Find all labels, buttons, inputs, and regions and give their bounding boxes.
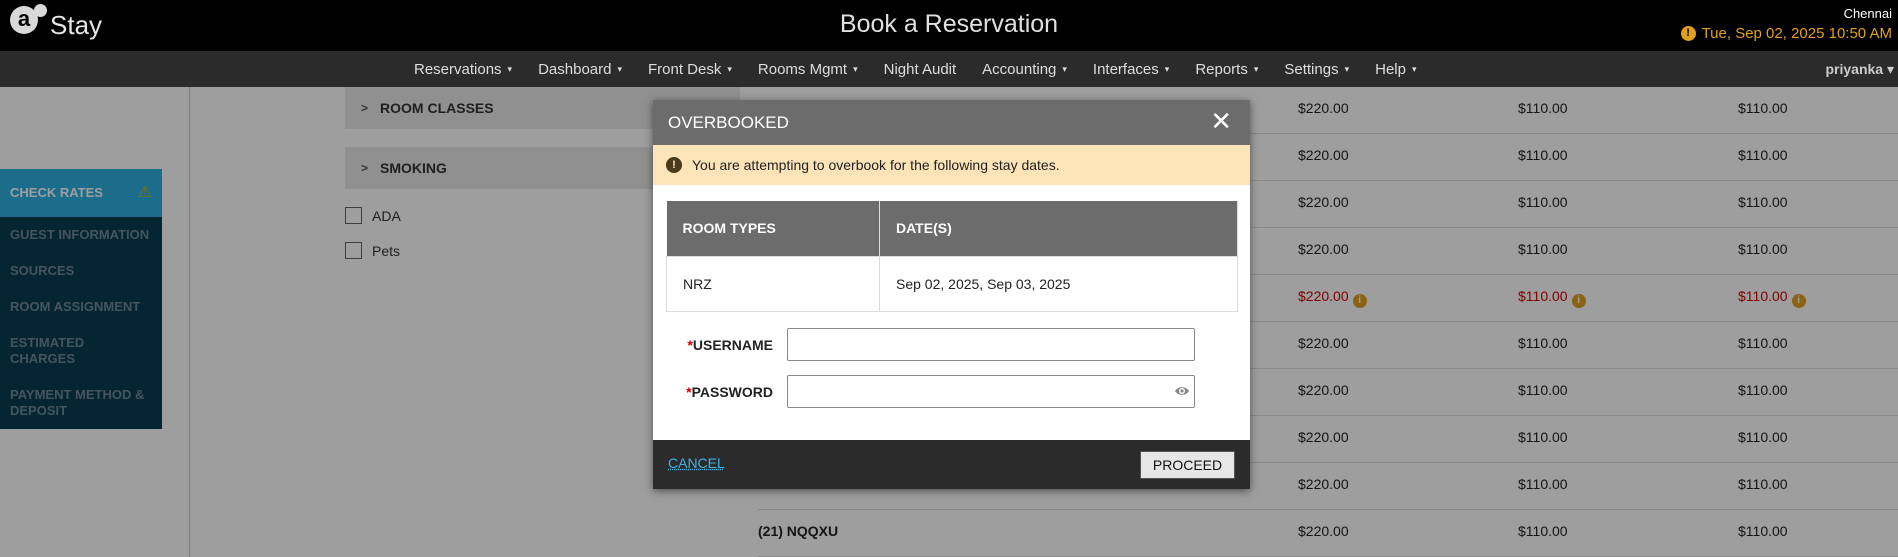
- dates-cell: Sep 02, 2025, Sep 03, 2025: [879, 255, 1238, 312]
- eye-icon[interactable]: [1174, 383, 1190, 399]
- nav-rooms-mgmt[interactable]: Rooms Mgmt ▾: [758, 61, 858, 78]
- overbook-table: ROOM TYPES DATE(S) NRZ Sep 02, 2025, Sep…: [666, 201, 1238, 312]
- nav-label: Interfaces: [1092, 60, 1159, 78]
- username-row: *USERNAME: [653, 328, 1195, 361]
- chevron-down-icon: ▾: [507, 63, 513, 74]
- nav-dashboard[interactable]: Dashboard ▾: [538, 61, 622, 78]
- nav-label: Help: [1375, 60, 1406, 78]
- chevron-down-icon: ▾: [1253, 63, 1259, 74]
- password-input[interactable]: [787, 375, 1195, 408]
- nav-label: Settings: [1284, 60, 1339, 78]
- password-label: *PASSWORD: [653, 384, 787, 400]
- chevron-down-icon: ▾: [1411, 63, 1417, 74]
- main-nav: Reservations ▾ Dashboard ▾ Front Desk ▾ Roo…: [0, 51, 1898, 87]
- column-header: DATE(S): [879, 201, 1238, 256]
- nav-label: Reports: [1195, 60, 1248, 78]
- property-location: Chennai: [1843, 6, 1892, 21]
- page-title: Book a Reservation: [839, 10, 1059, 38]
- chevron-down-icon: ▾: [1344, 63, 1350, 74]
- nav-interfaces[interactable]: Interfaces ▾: [1093, 61, 1169, 78]
- nav-label: Dashboard: [538, 60, 612, 78]
- table-header-row: ROOM TYPES DATE(S): [666, 201, 1238, 256]
- password-field-wrap: [787, 375, 1195, 408]
- chevron-down-icon: ▾: [1062, 63, 1067, 74]
- nav-help[interactable]: Help ▾: [1375, 61, 1416, 78]
- nav-label: Front Desk: [648, 60, 722, 78]
- close-icon[interactable]: ✕: [1210, 108, 1232, 134]
- username-label-text: USERNAME: [692, 336, 773, 353]
- nav-night-audit[interactable]: Night Audit: [884, 61, 957, 78]
- user-menu[interactable]: priyanka ▾: [1825, 61, 1894, 78]
- username-input[interactable]: [787, 328, 1195, 361]
- chevron-down-icon: ▾: [853, 63, 858, 74]
- nav-label: Accounting: [982, 60, 1057, 78]
- business-date: ! Tue, Sep 02, 2025 10:50 AM: [1680, 25, 1892, 42]
- nav-front-desk[interactable]: Front Desk ▾: [648, 61, 732, 78]
- chevron-down-icon: ▾: [1886, 61, 1894, 77]
- user-name: priyanka: [1825, 61, 1884, 77]
- chevron-down-icon: ▾: [727, 63, 732, 74]
- dialog-title: OVERBOOKED: [668, 112, 789, 132]
- dialog-header: OVERBOOKED ✕: [653, 100, 1250, 145]
- nav-reservations[interactable]: Reservations ▾: [414, 61, 512, 78]
- chevron-down-icon: ▾: [617, 63, 622, 74]
- business-date-text: Tue, Sep 02, 2025 10:50 AM: [1701, 25, 1892, 42]
- proceed-button[interactable]: PROCEED: [1140, 451, 1235, 479]
- cancel-link[interactable]: CANCEL: [668, 455, 725, 471]
- nav-label: Rooms Mgmt: [757, 60, 848, 78]
- nav-reports[interactable]: Reports ▾: [1195, 61, 1258, 78]
- warning-icon: !: [1680, 26, 1696, 41]
- overbooked-dialog: OVERBOOKED ✕ ! You are attempting to ove…: [653, 100, 1250, 489]
- column-header: ROOM TYPES: [666, 201, 880, 256]
- nav-label: Reservations: [414, 60, 502, 78]
- username-label: *USERNAME: [653, 337, 787, 353]
- chevron-down-icon: ▾: [1164, 63, 1170, 74]
- room-type-cell: NRZ: [666, 255, 880, 312]
- nav-label: Night Audit: [883, 60, 957, 78]
- password-row: *PASSWORD: [653, 375, 1195, 408]
- alert-icon: !: [666, 157, 682, 173]
- alert-text: You are attempting to overbook for the f…: [692, 157, 1060, 173]
- app-header: a Stay Book a Reservation Chennai ! Tue,…: [0, 0, 1898, 51]
- password-label-text: PASSWORD: [691, 383, 773, 400]
- dialog-footer: CANCEL PROCEED: [653, 440, 1250, 489]
- overbook-alert: ! You are attempting to overbook for the…: [653, 145, 1250, 185]
- table-row: NRZ Sep 02, 2025, Sep 03, 2025: [666, 255, 1238, 312]
- nav-accounting[interactable]: Accounting ▾: [982, 61, 1067, 78]
- nav-settings[interactable]: Settings ▾: [1284, 61, 1349, 78]
